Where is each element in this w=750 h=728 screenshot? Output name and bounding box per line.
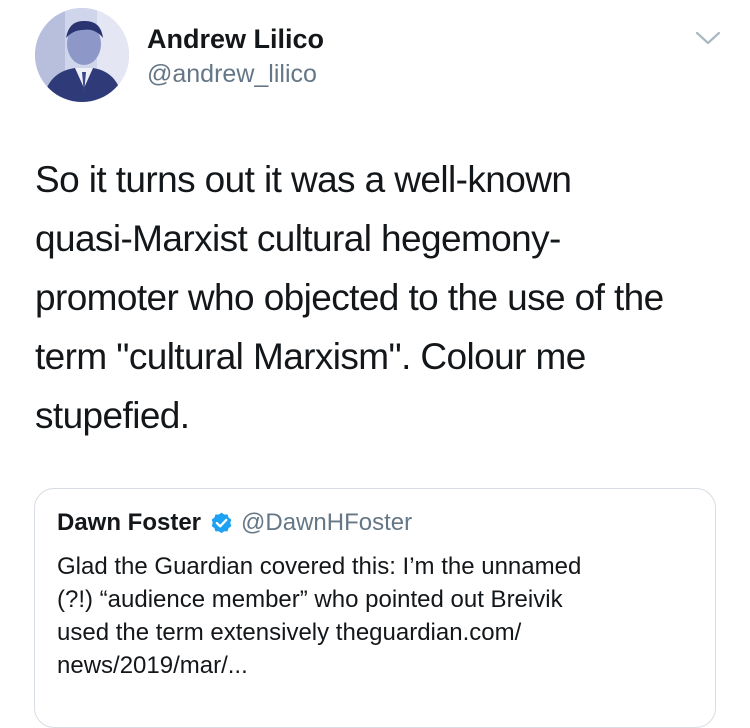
tweet-text-line: stupefied. xyxy=(35,395,190,436)
avatar[interactable] xyxy=(35,8,129,102)
quoted-tweet-header: Dawn Foster @DawnHFoster xyxy=(57,509,412,537)
tweet-text-line: quasi-Marxist cultural hegemony- xyxy=(35,218,561,259)
quoted-text-line: (?!) “audience member” who pointed out B… xyxy=(57,586,563,613)
tweet-text-line: term "cultural Marxism". Colour me xyxy=(35,336,586,377)
quoted-tweet-card[interactable]: Dawn Foster @DawnHFoster Glad the Guardi… xyxy=(34,488,716,728)
quoted-author-handle: @DawnHFoster xyxy=(241,509,413,536)
quoted-tweet-text: Glad the Guardian covered this: I’m the … xyxy=(57,550,697,682)
author-name[interactable]: Andrew Lilico xyxy=(147,24,324,55)
tweet-text: So it turns out it was a well-known quas… xyxy=(35,150,735,445)
tweet-text-line: promoter who objected to the use of the xyxy=(35,277,664,318)
avatar-portrait-icon xyxy=(35,8,129,102)
tweet: Andrew Lilico @andrew_lilico So it turns… xyxy=(0,0,750,728)
quoted-author-name: Dawn Foster xyxy=(57,509,202,536)
tweet-text-line: So it turns out it was a well-known xyxy=(35,159,572,200)
quoted-text-line: used the term extensively theguardian.co… xyxy=(57,619,522,646)
quoted-text-line: Glad the Guardian covered this: I’m the … xyxy=(57,553,582,580)
verified-badge-icon xyxy=(209,511,234,536)
quoted-text-line: news/2019/mar/... xyxy=(57,652,248,679)
chevron-down-icon[interactable] xyxy=(693,28,723,48)
author-handle[interactable]: @andrew_lilico xyxy=(147,60,317,89)
